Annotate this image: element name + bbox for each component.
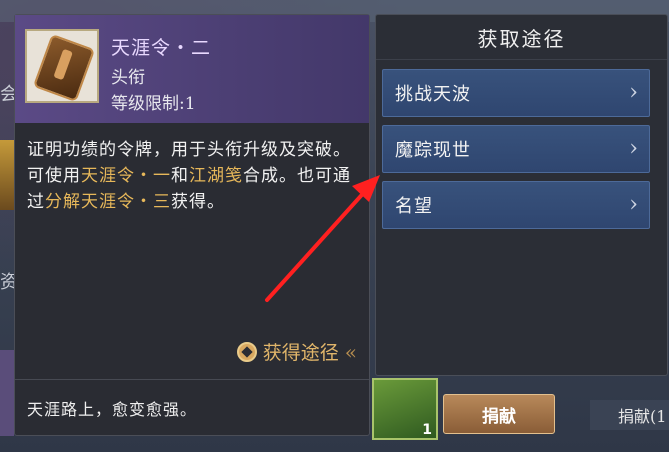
annotation-arrow xyxy=(265,175,380,302)
